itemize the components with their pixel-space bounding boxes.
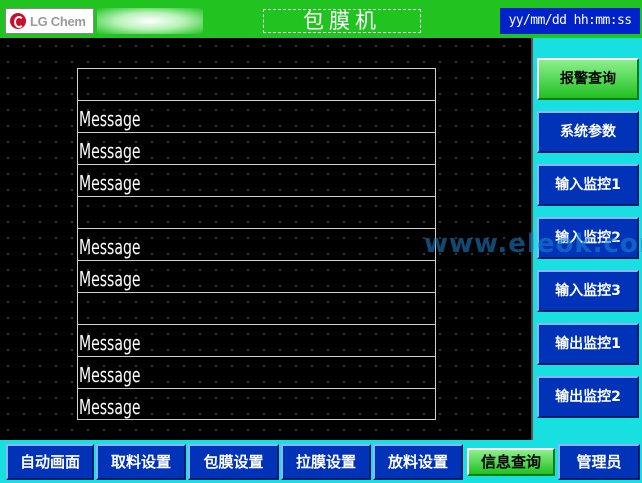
alarm-row[interactable] bbox=[78, 69, 435, 101]
alarm-row[interactable]: Message bbox=[78, 325, 435, 357]
alarm-message-list[interactable]: Message Message Message Message Message … bbox=[77, 68, 436, 420]
nav-wrap-settings[interactable]: 包膜设置 bbox=[188, 444, 279, 480]
nav-place-settings[interactable]: 放料设置 bbox=[373, 444, 463, 480]
lg-logo-icon bbox=[10, 13, 26, 29]
header-bar: LG Chem 包膜机 yy/mm/dd hh:mm:ss bbox=[0, 0, 642, 38]
output-monitor-1-button[interactable]: 输出监控1 bbox=[537, 323, 639, 365]
lg-chem-logo: LG Chem bbox=[5, 8, 94, 34]
header-glow-decoration bbox=[97, 8, 203, 34]
alarm-row[interactable]: Message bbox=[78, 133, 435, 165]
datetime-display: yy/mm/dd hh:mm:ss bbox=[500, 8, 640, 34]
input-monitor-2-button[interactable]: 输入监控2 bbox=[537, 217, 639, 259]
nav-pull-film-settings[interactable]: 拉膜设置 bbox=[281, 444, 371, 480]
alarm-row[interactable]: Message bbox=[78, 261, 435, 293]
logo-text: LG Chem bbox=[30, 13, 86, 29]
page-title: 包膜机 bbox=[263, 9, 421, 33]
system-params-button[interactable]: 系统参数 bbox=[537, 111, 639, 153]
alarm-row[interactable]: Message bbox=[78, 357, 435, 389]
alarm-row[interactable] bbox=[78, 197, 435, 229]
input-monitor-3-button[interactable]: 输入监控3 bbox=[537, 270, 639, 312]
alarm-row[interactable]: Message bbox=[78, 101, 435, 133]
nav-info-query[interactable]: 信息查询 bbox=[467, 448, 555, 476]
output-monitor-2-button[interactable]: 输出监控2 bbox=[537, 376, 639, 418]
nav-admin[interactable]: 管理员 bbox=[558, 444, 640, 480]
alarm-row[interactable]: Message bbox=[78, 165, 435, 197]
sidebar: 报警查询 系统参数 输入监控1 输入监控2 输入监控3 输出监控1 输出监控2 bbox=[533, 38, 642, 440]
alarm-row[interactable]: Message bbox=[78, 389, 435, 421]
bottom-nav: 自动画面 取料设置 包膜设置 拉膜设置 放料设置 信息查询 管理员 bbox=[0, 440, 642, 483]
alarm-row[interactable]: Message bbox=[78, 229, 435, 261]
input-monitor-1-button[interactable]: 输入监控1 bbox=[537, 164, 639, 206]
main-panel: Message Message Message Message Message … bbox=[0, 38, 533, 440]
alarm-query-button[interactable]: 报警查询 bbox=[537, 58, 639, 100]
nav-pick-settings[interactable]: 取料设置 bbox=[96, 444, 186, 480]
alarm-row[interactable] bbox=[78, 293, 435, 325]
nav-auto-screen[interactable]: 自动画面 bbox=[6, 444, 94, 480]
